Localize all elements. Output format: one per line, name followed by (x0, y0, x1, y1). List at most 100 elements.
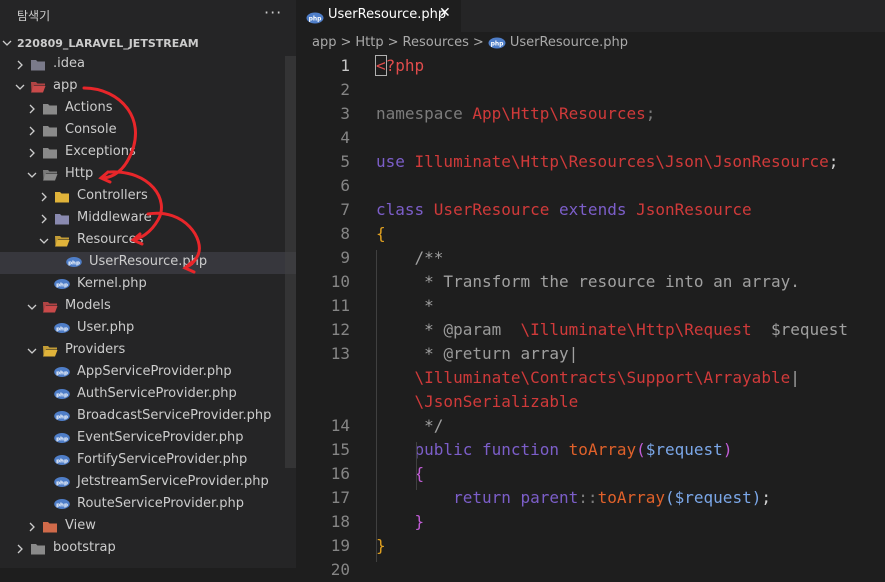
tree-item-resources[interactable]: Resources (0, 230, 296, 252)
code-token: $request (645, 440, 723, 459)
tree-item-appserviceprovider-php[interactable]: php AppServiceProvider.php (0, 362, 296, 384)
php-file-icon: php (54, 388, 70, 402)
chevron-right-icon[interactable] (38, 211, 50, 227)
tree-item-userresource-php[interactable]: php UserResource.php (0, 252, 296, 274)
tree-item-label: Providers (65, 342, 126, 357)
chevron-right-icon[interactable] (38, 189, 50, 205)
line-number: 18 (330, 512, 350, 531)
php-file-icon: php (54, 278, 70, 292)
svg-text:php: php (309, 16, 323, 23)
code-token: use (376, 152, 415, 171)
folder-icon (42, 146, 58, 160)
line-number: 20 (330, 560, 350, 579)
tree-item-user-php[interactable]: php User.php (0, 318, 296, 340)
chevron-down-icon[interactable] (26, 167, 38, 183)
tree-item-bootstrap[interactable]: bootstrap (0, 538, 296, 560)
code-line: return parent::toArray($request); (376, 486, 771, 510)
tree-item-console[interactable]: Console (0, 120, 296, 142)
breadcrumb-file[interactable]: UserResource.php (510, 35, 628, 50)
tree-item-actions[interactable]: Actions (0, 98, 296, 120)
line-number: 7 (340, 200, 350, 219)
chevron-right-icon[interactable] (14, 57, 26, 73)
line-number: 16 (330, 464, 350, 483)
chevron-down-icon[interactable] (14, 79, 26, 95)
chevron-down-icon[interactable] (26, 299, 38, 315)
line-number: 10 (330, 272, 350, 291)
workspace-root[interactable]: 220809_LARAVEL_JETSTREAM (0, 34, 296, 54)
code-line: * (376, 294, 434, 318)
tree-item-view[interactable]: View (0, 516, 296, 538)
svg-text:php: php (56, 414, 68, 420)
tree-item-idea[interactable]: .idea (0, 54, 296, 76)
line-number: 3 (340, 104, 350, 123)
tree-item-kernel-php[interactable]: php Kernel.php (0, 274, 296, 296)
tree-item-http[interactable]: Http (0, 164, 296, 186)
chevron-right-icon: > (340, 35, 352, 50)
chevron-right-icon[interactable] (26, 123, 38, 139)
line-number: 2 (340, 80, 350, 99)
breadcrumb-http[interactable]: Http (355, 35, 383, 50)
tree-item-middleware[interactable]: Middleware (0, 208, 296, 230)
code-token: * Transform the resource into an array. (376, 272, 800, 291)
tree-item-label: bootstrap (53, 540, 116, 555)
tree-item-broadcastserviceprovider-php[interactable]: php BroadcastServiceProvider.php (0, 406, 296, 428)
code-line: { (376, 222, 386, 246)
tree-item-app[interactable]: app (0, 76, 296, 98)
svg-text:php: php (56, 458, 68, 464)
more-actions-icon[interactable]: ··· (264, 3, 282, 22)
breadcrumb-resources[interactable]: Resources (403, 35, 469, 50)
code-token: /** (414, 248, 444, 267)
tree-item-exceptions[interactable]: Exceptions (0, 142, 296, 164)
tree-item-eventserviceprovider-php[interactable]: php EventServiceProvider.php (0, 428, 296, 450)
chevron-right-icon[interactable] (14, 541, 26, 557)
code-token: ; (645, 104, 656, 123)
line-number: 8 (340, 224, 350, 243)
chevron-down-icon[interactable] (38, 233, 50, 249)
tree-item-controllers[interactable]: Controllers (0, 186, 296, 208)
code-token: \Illuminate\Http\Request (520, 320, 752, 339)
tree-item-jetstreamserviceprovider-php[interactable]: php JetstreamServiceProvider.php (0, 472, 296, 494)
close-icon[interactable]: ✕ (439, 5, 451, 21)
tree-item-routeserviceprovider-php[interactable]: php RouteServiceProvider.php (0, 494, 296, 516)
code-token: */ (376, 416, 444, 435)
breadcrumb: app > Http > Resources > php UserResource.php (312, 35, 628, 53)
folder-open-icon (42, 344, 58, 358)
chevron-right-icon[interactable] (26, 145, 38, 161)
code-line: } (376, 510, 425, 534)
code-token: @return (443, 344, 511, 363)
php-file-icon: php (306, 9, 324, 28)
tab-bar: php UserResource.php ✕ (296, 0, 885, 32)
line-number: 15 (330, 440, 350, 459)
code-token: \JsonSerializable (414, 392, 579, 411)
code-token: public (414, 440, 482, 459)
chevron-right-icon[interactable] (26, 519, 38, 535)
tree-item-label: app (53, 78, 78, 93)
code-token: * (376, 296, 434, 315)
explorer-header: 탐색기 ··· (0, 0, 296, 32)
tab-userresource[interactable]: php UserResource.php ✕ (296, 0, 461, 32)
tree-item-label: FortifyServiceProvider.php (77, 452, 248, 467)
code-token: toArray (597, 488, 665, 507)
tree-item-models[interactable]: Models (0, 296, 296, 318)
tree-item-authserviceprovider-php[interactable]: php AuthServiceProvider.php (0, 384, 296, 406)
tree-item-providers[interactable]: Providers (0, 340, 296, 362)
line-number (316, 390, 350, 414)
code-editor[interactable]: 1 <?php 2 3 namespace App\Http\Resources; 4 5 u… (296, 54, 885, 579)
tree-item-fortifyserviceprovider-php[interactable]: php FortifyServiceProvider.php (0, 450, 296, 472)
php-file-icon: php (54, 410, 70, 424)
code-token: parent (520, 488, 579, 507)
breadcrumb-app[interactable]: app (312, 35, 336, 50)
svg-text:php: php (56, 282, 68, 288)
chevron-down-icon[interactable] (26, 343, 38, 359)
code-token: ( (665, 488, 675, 507)
code-token: extends (559, 200, 637, 219)
chevron-right-icon[interactable] (26, 101, 38, 117)
code-token: \Illuminate\Contracts\Support\Arrayable (414, 368, 791, 387)
indent-guide (376, 250, 377, 562)
line-number: 13 (330, 344, 350, 363)
sidebar-scrollbar[interactable] (285, 56, 296, 468)
